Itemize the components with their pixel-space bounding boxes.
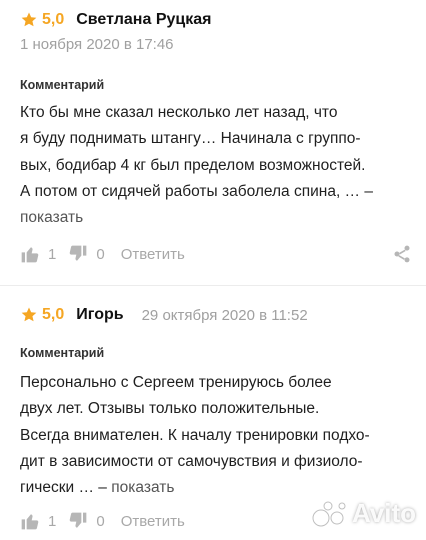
avito-logo-icon [312, 501, 346, 526]
review-author[interactable]: Игорь [76, 306, 123, 324]
share-icon[interactable] [392, 244, 412, 264]
reply-button[interactable]: Ответить [121, 246, 185, 263]
comment-label: Комментарий [20, 78, 105, 92]
thumb-down-icon[interactable] [68, 511, 88, 531]
comment-label: Комментарий [20, 346, 105, 360]
star-icon [21, 12, 37, 27]
review-text-line: дит в зависимости от самочувствия и физи… [20, 452, 363, 470]
reply-button[interactable]: Ответить [121, 513, 185, 530]
dislike-count: 0 [96, 512, 105, 530]
thumb-down-icon[interactable] [68, 244, 88, 264]
review-text-line: Персонально с Сергеем тренируюсь более [20, 374, 332, 391]
review-text: Персонально с Сергеем тренируюсь более д… [20, 370, 410, 501]
review-text-line: я буду поднимать штангу… Начинала с груп… [20, 130, 361, 148]
review-rating: 5,0 [42, 11, 65, 28]
star-icon [21, 307, 37, 322]
review-actions: 1 0 Ответить [20, 242, 412, 266]
review-header: 5,0 Игорь 29 октября 2020 в 11:52 [20, 303, 308, 327]
review-author[interactable]: Светлана Руцкая [76, 11, 211, 29]
review-date: 1 ноября 2020 в 17:46 [20, 36, 174, 53]
thumb-up-icon[interactable] [20, 511, 40, 531]
review-date: 29 октября 2020 в 11:52 [141, 306, 308, 324]
review-divider [0, 285, 426, 286]
review-text-line: вых, бодибар 4 кг был пределом возможнос… [20, 156, 366, 174]
review-text: Кто бы мне сказал несколько лет назад, ч… [20, 100, 410, 231]
like-count: 1 [48, 245, 57, 263]
avito-watermark: Avito [311, 498, 416, 529]
review-text-line: Всегда внимателен. К началу тренировки п… [20, 426, 370, 444]
review-text-line: А потом от сидячей работы заболела спина… [20, 182, 373, 200]
show-more-link[interactable]: показать [20, 205, 410, 231]
dislike-count: 0 [96, 245, 105, 263]
review-text-line: двух лет. Отзывы только положительные. [20, 400, 320, 418]
thumb-up-icon[interactable] [20, 244, 40, 264]
like-count: 1 [48, 512, 57, 530]
review-text-fragment: гически … – [20, 479, 107, 497]
review-header: 5,0 Светлана Руцкая [20, 8, 211, 32]
show-more-link[interactable]: показать [111, 479, 174, 496]
review-rating: 5,0 [42, 306, 65, 323]
watermark-text: Avito [351, 498, 416, 528]
review-text-line: Кто бы мне сказал несколько лет назад, ч… [20, 104, 338, 121]
